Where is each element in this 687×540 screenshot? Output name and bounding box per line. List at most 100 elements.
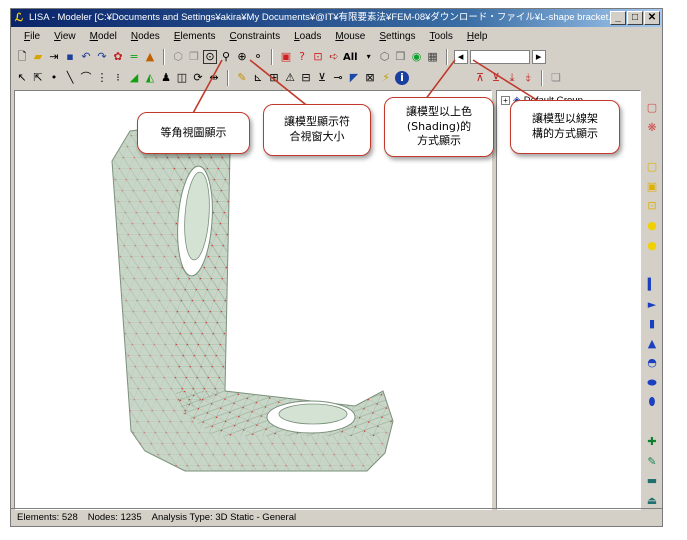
merge-icon[interactable]: ⊻: [315, 71, 329, 85]
menu-help[interactable]: Help: [460, 31, 495, 42]
teal-base-icon[interactable]: ▬: [645, 471, 659, 491]
scroll-left-icon[interactable]: ◂: [453, 50, 468, 64]
yellow-square-icon[interactable]: ▢: [645, 157, 659, 177]
constraint-pin-icon[interactable]: ⊻: [489, 71, 503, 85]
print-icon[interactable]: ▦: [426, 50, 440, 64]
green-pen-icon[interactable]: ✎: [645, 451, 659, 471]
menu-settings[interactable]: Settings: [372, 31, 422, 42]
layers-icon[interactable]: ❏: [549, 71, 563, 85]
close-button[interactable]: ✕: [644, 11, 660, 25]
arc-icon[interactable]: ⌒: [79, 71, 93, 85]
zoom-icon[interactable]: ⚲: [219, 50, 233, 64]
results-icon[interactable]: ⚡: [379, 71, 393, 85]
display-mode-select[interactable]: All: [343, 52, 358, 63]
target-box-icon[interactable]: ⊡: [311, 50, 325, 64]
rotate-icon[interactable]: ⟳: [191, 71, 205, 85]
yellow-target-icon[interactable]: ⊡: [645, 196, 659, 216]
lisa-app-icon: ℒ: [15, 12, 23, 24]
blue-bar-icon[interactable]: ▍: [645, 275, 659, 295]
color-view-icon[interactable]: ◉: [410, 50, 424, 64]
callout-fit-window: 讓模型顯示符 合視窗大小: [263, 104, 371, 156]
constraint-icon[interactable]: ⊠: [363, 71, 377, 85]
menu-file[interactable]: File: [17, 31, 47, 42]
blue-ellipse-icon[interactable]: ⬬: [645, 373, 659, 393]
save-icon[interactable]: ▪: [63, 50, 77, 64]
copy-icon[interactable]: ◫: [175, 71, 189, 85]
grid-node-icon[interactable]: ⋮: [95, 71, 109, 85]
yellow-square-fill-icon[interactable]: ▣: [645, 177, 659, 197]
redo-icon[interactable]: ↷: [95, 50, 109, 64]
warning-icon[interactable]: ⚠: [283, 71, 297, 85]
select-node-icon[interactable]: ❋: [645, 118, 659, 138]
tree-expander[interactable]: +: [501, 96, 510, 105]
select-element-icon[interactable]: ▢: [645, 98, 659, 118]
mirror-icon[interactable]: ⇹: [207, 71, 221, 85]
menu-loads[interactable]: Loads: [287, 31, 328, 42]
tri-element-icon[interactable]: ◢: [127, 71, 141, 85]
blue-dome-icon[interactable]: ◓: [645, 353, 659, 373]
blue-triangle-icon[interactable]: ▲: [645, 334, 659, 354]
undo-icon[interactable]: ↶: [79, 50, 93, 64]
select-box-icon[interactable]: ▣: [279, 50, 293, 64]
pencil-icon[interactable]: ✎: [235, 71, 249, 85]
yellow-dot-icon[interactable]: ●: [645, 235, 659, 255]
callout-shading-line3: 方式顯示: [417, 134, 461, 148]
green-plus-icon[interactable]: ✚: [645, 432, 659, 452]
minimize-button[interactable]: _: [610, 11, 626, 25]
blue-block-icon[interactable]: ▮: [645, 314, 659, 334]
pan-icon[interactable]: ⚬: [251, 50, 265, 64]
scroll-right-icon[interactable]: ▸: [531, 50, 546, 64]
extrude-icon[interactable]: ♟: [159, 71, 173, 85]
blue-arrow-icon[interactable]: ►: [645, 294, 659, 314]
open-folder-icon[interactable]: ▰: [31, 50, 45, 64]
menu-mouse[interactable]: Mouse: [328, 31, 372, 42]
toolbar-separator: [445, 49, 448, 65]
scroll-track[interactable]: [469, 50, 530, 64]
triangle-icon[interactable]: ▲: [143, 50, 157, 64]
yellow-circle-icon[interactable]: ●: [645, 216, 659, 236]
model-toolbar: ↖ ⇱ • ╲ ⌒ ⋮ ⁝ ◢ ◭ ♟ ◫ ⟳ ⇹ ✎ ⊾ ⊞ ⚠ ⊟ ⊻ ⊸ …: [11, 67, 662, 89]
select-arrow-icon[interactable]: ↖: [15, 71, 29, 85]
equal-icon[interactable]: =: [127, 50, 141, 64]
menu-tools[interactable]: Tools: [423, 31, 460, 42]
toolbar-separator: [227, 70, 229, 86]
load-icon[interactable]: ◤: [347, 71, 361, 85]
grid-icon[interactable]: ⊟: [299, 71, 313, 85]
window-title: LISA - Modeler [C:¥Documents and Setting…: [29, 12, 626, 23]
zoom-window-icon[interactable]: ⊕: [235, 50, 249, 64]
info-icon[interactable]: i: [395, 71, 409, 85]
node-arrow-icon[interactable]: ⇱: [31, 71, 45, 85]
line-icon[interactable]: ╲: [63, 71, 77, 85]
constraint-fixed-icon[interactable]: ⊼: [473, 71, 487, 85]
solve-icon[interactable]: ✿: [111, 50, 125, 64]
filter-icon[interactable]: ➪: [327, 50, 341, 64]
menu-nodes[interactable]: Nodes: [124, 31, 167, 42]
menu-view[interactable]: View: [47, 31, 83, 42]
measure-icon[interactable]: ⊾: [251, 71, 265, 85]
mesh-icon[interactable]: ⁝: [111, 71, 125, 85]
node-dot-icon[interactable]: •: [47, 71, 61, 85]
force-bar-icon[interactable]: ⤈: [521, 71, 535, 85]
wireframe-view-icon[interactable]: ❒: [394, 50, 408, 64]
table-icon[interactable]: ⊞: [267, 71, 281, 85]
callout-wireframe: 讓模型以線架 構的方式顯示: [510, 100, 620, 154]
fit-to-window-icon[interactable]: ⊙: [203, 50, 217, 64]
import-icon[interactable]: ⇥: [47, 50, 61, 64]
quad-element-icon[interactable]: ◭: [143, 71, 157, 85]
question-box-icon[interactable]: ?: [295, 50, 309, 64]
menu-model[interactable]: Model: [83, 31, 124, 42]
isometric-view-icon[interactable]: ⬡: [171, 50, 185, 64]
split-icon[interactable]: ⊸: [331, 71, 345, 85]
dropdown-arrow-icon[interactable]: ▾: [362, 50, 376, 64]
status-bar: Elements: 528 Nodes: 1235 Analysis Type:…: [11, 508, 662, 526]
view-cube-icon[interactable]: ❐: [187, 50, 201, 64]
menu-elements[interactable]: Elements: [167, 31, 223, 42]
shading-view-icon[interactable]: ⬡: [378, 50, 392, 64]
blue-wide-ellipse-icon[interactable]: ⬮: [645, 392, 659, 412]
force-down-icon[interactable]: ⤓: [505, 71, 519, 85]
maximize-button[interactable]: □: [627, 11, 643, 25]
app-window: ℒ LISA - Modeler [C:¥Documents and Setti…: [10, 8, 663, 527]
new-file-icon[interactable]: 🗋: [15, 50, 29, 64]
status-elements: Elements: 528: [17, 512, 78, 523]
menu-constraints[interactable]: Constraints: [223, 31, 288, 42]
